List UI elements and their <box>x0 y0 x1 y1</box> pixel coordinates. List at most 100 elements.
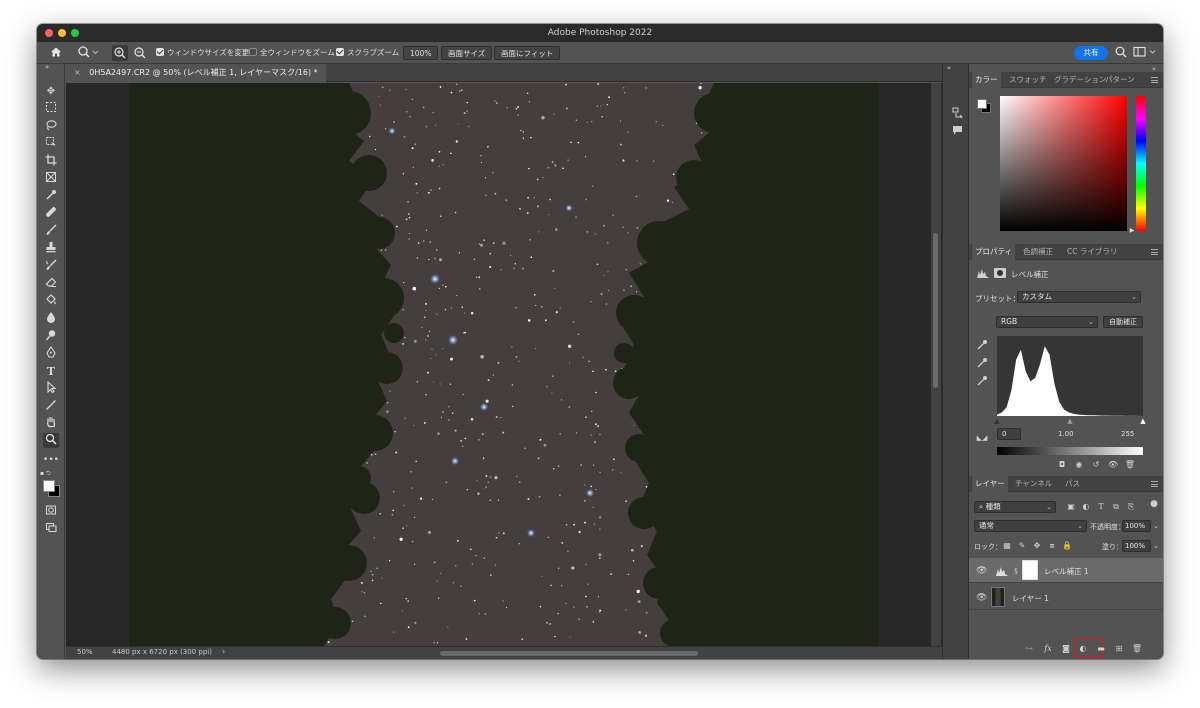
layer-name[interactable]: レベル補正 1 <box>1044 566 1089 577</box>
history-brush-tool-icon[interactable] <box>43 259 59 274</box>
black-input-slider-icon[interactable]: ▲ <box>993 416 1001 426</box>
layer-mask-icon[interactable] <box>994 268 1006 278</box>
lock-all-icon[interactable]: 🔒 <box>1062 541 1072 551</box>
filter-shape-icon[interactable]: ⧉ <box>1111 502 1121 512</box>
lock-position-icon[interactable]: ✥ <box>1032 541 1042 551</box>
filter-smart-object-icon[interactable]: ⎘ <box>1126 502 1136 512</box>
fill-field[interactable]: 100% <box>1122 540 1151 552</box>
chevron-down-icon[interactable]: ⌄ <box>1152 521 1160 531</box>
new-group-icon[interactable]: ▬ <box>1095 644 1107 654</box>
preset-select[interactable]: カスタム ⌄ <box>1017 291 1141 303</box>
input-black-field[interactable]: 0 <box>997 428 1021 440</box>
filter-type-icon[interactable]: T <box>1096 502 1106 512</box>
paint-bucket-tool-icon[interactable] <box>43 294 59 309</box>
layer-mask-thumbnail[interactable] <box>1022 560 1038 580</box>
tab-patterns[interactable]: パターン <box>1102 72 1138 88</box>
lock-artboard-icon[interactable]: ⧈ <box>1047 541 1057 551</box>
panel-menu-icon[interactable] <box>1151 249 1158 255</box>
frame-tool-icon[interactable] <box>43 171 59 186</box>
default-colors-icon[interactable]: ▪ ⮌ <box>40 469 62 478</box>
type-tool-icon[interactable]: T <box>43 364 59 379</box>
panel-menu-icon[interactable] <box>1151 77 1158 83</box>
eyedropper-tool-icon[interactable] <box>43 189 59 204</box>
lock-transparent-icon[interactable]: ▦ <box>1002 541 1012 551</box>
collapse-panels-icon[interactable]: » <box>944 63 954 73</box>
close-tab-icon[interactable]: × <box>74 68 81 77</box>
tab-properties[interactable]: プロパティ <box>972 244 1016 260</box>
tab-swatches[interactable]: スウォッチ <box>1006 72 1050 88</box>
move-tool-icon[interactable]: ✥ <box>43 84 59 99</box>
photo-canvas[interactable] <box>129 83 879 646</box>
horizontal-scroll-thumb[interactable] <box>440 651 698 656</box>
link-layers-icon[interactable]: ⊶ <box>1023 644 1035 654</box>
layer-filter-select[interactable]: ⌕ 種類 ⌄ <box>974 501 1056 513</box>
color-fg-swatch[interactable] <box>977 99 987 109</box>
auto-button[interactable]: 自動補正 <box>1103 316 1143 328</box>
quick-mask-icon[interactable] <box>43 504 59 519</box>
fill-screen-button[interactable]: 画面にフィット <box>494 46 561 60</box>
home-icon[interactable] <box>49 45 63 59</box>
dodge-tool-icon[interactable] <box>43 329 59 344</box>
black-point-eyedropper-icon[interactable] <box>976 339 988 353</box>
opacity-field[interactable]: 100% <box>1122 520 1151 532</box>
visibility-icon[interactable]: 👁 <box>1107 460 1119 470</box>
layer-visibility-icon[interactable]: 👁 <box>976 566 987 576</box>
tab-cc-libraries[interactable]: CC ライブラリ <box>1064 244 1120 260</box>
clip-to-layer-icon[interactable]: ◘ <box>1056 460 1068 470</box>
white-input-slider-icon[interactable]: ▲ <box>1139 416 1147 426</box>
clip-warning-icon[interactable]: ◣◢ <box>975 433 989 443</box>
output-levels-gradient[interactable] <box>997 447 1143 455</box>
chevron-down-icon[interactable]: ⌄ <box>1152 541 1160 551</box>
marquee-tool-icon[interactable] <box>43 101 59 116</box>
input-white-value[interactable]: 255 <box>1121 430 1134 438</box>
zoom-tool-preset-icon[interactable] <box>77 45 99 59</box>
gamma-input-slider-icon[interactable]: ▲ <box>1066 416 1074 426</box>
vertical-scroll-thumb[interactable] <box>933 233 938 388</box>
resize-window-checkbox[interactable]: ウィンドウサイズを変更 <box>156 46 249 60</box>
scrubby-zoom-checkbox[interactable]: スクラブズーム <box>336 46 399 60</box>
tab-paths[interactable]: パス <box>1062 476 1083 492</box>
foreground-color-swatch[interactable] <box>43 480 55 492</box>
screen-mode-icon[interactable] <box>43 521 59 536</box>
new-layer-icon[interactable]: ⊞ <box>1113 644 1125 654</box>
filter-toggle-icon[interactable]: ● <box>1150 499 1158 509</box>
close-window-button[interactable] <box>45 29 53 37</box>
layer-thumbnail[interactable] <box>991 587 1005 607</box>
view-previous-state-icon[interactable]: ◉ <box>1073 460 1085 470</box>
path-selection-tool-icon[interactable] <box>43 380 59 396</box>
line-tool-icon[interactable] <box>43 399 59 414</box>
trash-icon[interactable]: 🗑 <box>1124 460 1136 470</box>
zoom-all-windows-checkbox[interactable]: 全ウィンドウをズーム <box>249 46 335 60</box>
brush-tool-icon[interactable] <box>43 224 59 239</box>
add-mask-icon[interactable]: ◙ <box>1060 644 1072 654</box>
color-picker-field[interactable] <box>1000 96 1127 231</box>
status-doc-info[interactable]: 4480 px x 6720 px (300 ppi) <box>112 648 212 656</box>
zoom-window-button[interactable] <box>71 29 79 37</box>
input-gamma-value[interactable]: 1.00 <box>1058 430 1074 438</box>
layer-name[interactable]: レイヤー 1 <box>1012 593 1049 604</box>
object-selection-tool-icon[interactable] <box>43 136 59 151</box>
eraser-tool-icon[interactable] <box>43 276 59 291</box>
layer-visibility-icon[interactable]: 👁 <box>976 593 987 603</box>
filter-pixel-icon[interactable]: ▣ <box>1066 502 1076 512</box>
tab-color[interactable]: カラー <box>972 72 1001 88</box>
lock-image-icon[interactable]: ✎ <box>1017 541 1027 551</box>
hand-tool-icon[interactable] <box>43 416 59 431</box>
vertical-scrollbar[interactable] <box>931 83 941 646</box>
zoom-100-button[interactable]: 100% <box>403 46 439 60</box>
blend-mode-select[interactable]: 通常 ⌄ <box>974 520 1087 532</box>
tab-gradients[interactable]: グラデーション <box>1051 72 1109 88</box>
minimize-window-button[interactable] <box>58 29 66 37</box>
fit-screen-button[interactable]: 画面サイズ <box>441 46 493 60</box>
collapse-toolbar-icon[interactable]: » <box>39 63 55 71</box>
channel-select[interactable]: RGB ⌄ <box>996 316 1098 328</box>
search-icon[interactable] <box>1114 45 1128 59</box>
crop-tool-icon[interactable] <box>43 154 59 169</box>
more-tools-icon[interactable]: ••• <box>43 453 59 468</box>
hue-slider[interactable] <box>1136 96 1146 231</box>
share-button[interactable]: 共有 <box>1074 46 1108 60</box>
document-tab[interactable]: × 0H5A2497.CR2 @ 50% (レベル補正 1, レイヤーマスク/1… <box>66 64 326 82</box>
status-arrow[interactable]: › <box>222 647 225 656</box>
history-panel-icon[interactable] <box>951 107 963 121</box>
layer-row[interactable]: 👁 § レベル補正 1 <box>969 558 1163 583</box>
